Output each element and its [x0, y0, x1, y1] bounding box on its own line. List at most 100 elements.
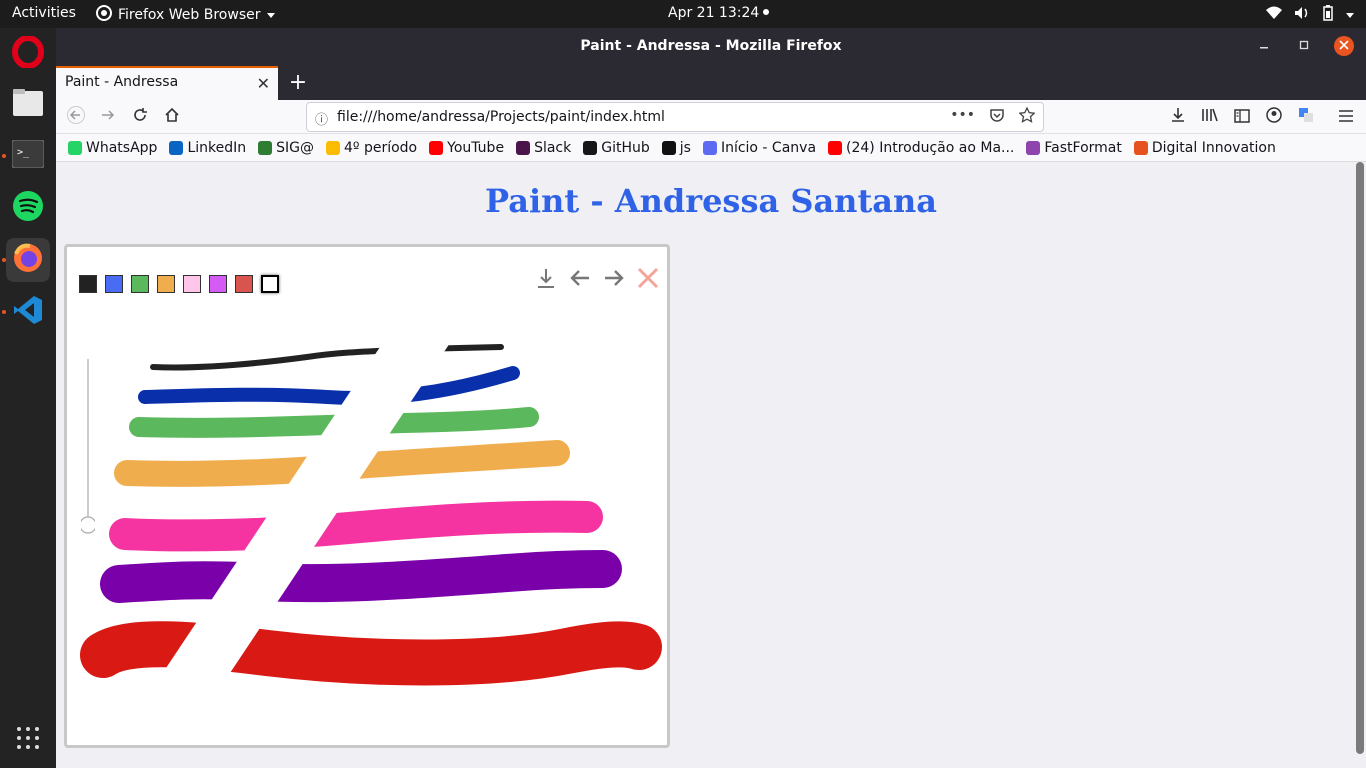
terminal-icon: >_ [11, 139, 45, 172]
app-menu[interactable]: Firefox Web Browser [96, 5, 275, 25]
bookmark-label: WhatsApp [86, 139, 158, 156]
home-button[interactable] [160, 105, 184, 129]
svg-text:>_: >_ [17, 147, 30, 158]
spotify-icon [12, 190, 44, 226]
bookmark-item[interactable]: GitHub [583, 140, 650, 156]
vscode-icon [12, 294, 44, 330]
download-icon [1170, 107, 1186, 127]
tab-paint[interactable]: Paint - Andressa ✕ [56, 66, 278, 100]
bookmark-item[interactable]: 4º período [326, 140, 417, 156]
forward-arrow-icon [100, 107, 116, 127]
opera-icon [12, 35, 44, 72]
volume-icon [1294, 6, 1310, 24]
undo-arrow-icon [569, 269, 591, 291]
sidebar-button[interactable] [1230, 105, 1254, 129]
brush-stroke [109, 500, 603, 552]
bookmark-item[interactable]: (24) Introdução ao Ma... [828, 140, 1014, 156]
bookmark-item[interactable]: js [661, 139, 691, 156]
menu-button[interactable] [1334, 105, 1358, 129]
close-window-button[interactable] [1334, 36, 1354, 56]
download-icon [536, 267, 556, 293]
page-title: Paint - Andressa Santana [485, 182, 937, 220]
color-swatch[interactable] [261, 275, 279, 293]
bookmark-item[interactable]: LinkedIn [169, 140, 246, 156]
color-swatch[interactable] [235, 275, 253, 293]
minimize-button[interactable] [1254, 36, 1274, 56]
address-bar[interactable]: ⓘ file:///home/andressa/Projects/paint/i… [306, 102, 1044, 132]
bookmark-label: LinkedIn [187, 139, 247, 156]
window-titlebar[interactable]: Paint - Andressa - Mozilla Firefox [56, 28, 1366, 64]
bookmark-item[interactable]: Digital Innovation [1133, 139, 1276, 156]
translate-extension-button[interactable] [1294, 105, 1318, 129]
app-grid-icon [16, 726, 40, 754]
whatsapp-icon [68, 140, 82, 155]
bookmark-label: js [679, 139, 691, 156]
brush-stroke [138, 366, 520, 405]
bookmark-item[interactable]: WhatsApp [68, 140, 157, 156]
activities-button[interactable]: Activities [12, 5, 76, 21]
translate-icon [1298, 107, 1314, 127]
page-actions-icon[interactable]: ••• [950, 107, 975, 127]
bookmark-item[interactable]: YouTube [429, 140, 504, 156]
tab-strip: Paint - Andressa ✕ + [56, 64, 1366, 100]
bookmark-item[interactable]: FastFormat [1026, 140, 1122, 156]
bookmark-label: SIG@ [276, 139, 314, 156]
bookmark-star-icon[interactable] [1018, 106, 1036, 127]
brush-stroke [150, 344, 504, 371]
color-swatch[interactable] [131, 275, 149, 293]
terminal-launcher[interactable]: >_ [6, 134, 50, 178]
page-info-icon[interactable]: ⓘ [315, 109, 328, 128]
opera-launcher[interactable] [6, 32, 50, 76]
forward-button[interactable] [96, 105, 120, 129]
files-launcher[interactable] [6, 82, 50, 126]
account-icon [1266, 107, 1282, 127]
library-button[interactable] [1198, 105, 1222, 129]
page-scrollbar[interactable] [1356, 162, 1364, 754]
bookmark-label: GitHub [601, 139, 650, 156]
clock[interactable]: Apr 21 13:24 [668, 5, 770, 21]
color-swatch[interactable] [157, 275, 175, 293]
clear-x-icon [637, 267, 659, 293]
firefox-launcher[interactable] [6, 238, 50, 282]
bookmark-item[interactable]: Início - Canva [702, 140, 816, 156]
bookmark-item[interactable]: Slack [516, 140, 571, 156]
back-arrow-icon [67, 106, 85, 128]
system-tray[interactable] [1266, 5, 1354, 25]
notification-dot [763, 9, 770, 15]
sidebar-icon [1234, 108, 1250, 127]
pocket-icon[interactable] [989, 107, 1005, 127]
bookmark-label: 4º período [344, 139, 418, 156]
show-apps-button[interactable] [6, 718, 50, 762]
downloads-button[interactable] [1166, 105, 1190, 129]
clear-button[interactable] [637, 267, 659, 293]
youtube-icon [429, 140, 444, 155]
download-button[interactable] [535, 269, 557, 291]
maximize-button[interactable] [1294, 36, 1314, 56]
slider-thumb[interactable] [79, 516, 97, 534]
page-content: Paint - Andressa Santana [56, 162, 1366, 768]
paint-board [64, 244, 670, 748]
bookmark-item[interactable]: SIG@ [258, 140, 314, 156]
reload-icon [132, 107, 148, 127]
account-button[interactable] [1262, 105, 1286, 129]
spotify-launcher[interactable] [6, 186, 50, 230]
reload-button[interactable] [128, 105, 152, 129]
color-swatch[interactable] [79, 275, 97, 293]
color-swatch[interactable] [209, 275, 227, 293]
battery-icon [1322, 5, 1334, 25]
bookmark-label: Digital Innovation [1151, 139, 1276, 156]
undo-button[interactable] [569, 269, 591, 291]
vscode-launcher[interactable] [6, 290, 50, 334]
bookmark-label: (24) Introdução ao Ma... [846, 139, 1015, 156]
redo-button[interactable] [603, 269, 625, 291]
tab-close-icon[interactable]: ✕ [257, 74, 270, 93]
brush-size-slider[interactable] [79, 359, 97, 535]
tab-title: Paint - Andressa [65, 74, 179, 90]
drawing-canvas[interactable] [67, 247, 667, 745]
linkedin-icon [169, 140, 184, 155]
system-menu-chevron-icon [1346, 12, 1354, 18]
color-swatch[interactable] [183, 275, 201, 293]
color-swatch[interactable] [105, 275, 123, 293]
new-tab-button[interactable]: + [286, 70, 310, 95]
back-button[interactable] [64, 105, 88, 129]
